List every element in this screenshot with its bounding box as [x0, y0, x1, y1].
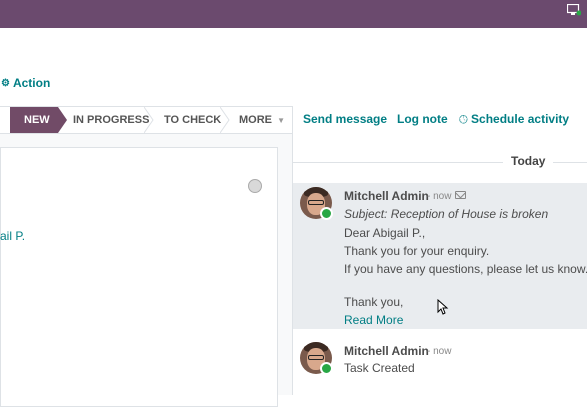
stage-new-label: NEW — [24, 114, 50, 126]
date-separator-label: Today — [503, 154, 554, 168]
stage-in-progress[interactable]: IN PROGRESS — [73, 107, 149, 133]
gear-icon: ⚙ — [1, 77, 10, 89]
customer-field-value[interactable]: ail P. — [0, 229, 25, 243]
mouse-cursor-icon — [437, 299, 449, 315]
message-body-line: Thank you, — [344, 295, 404, 309]
stage-in-progress-label: IN PROGRESS — [73, 114, 150, 126]
read-more-link[interactable]: Read More — [344, 313, 403, 327]
stage-new[interactable]: NEW — [10, 107, 58, 133]
caret-down-icon: ▼ — [277, 116, 285, 125]
message-body-line: Dear Abigail P., — [344, 226, 426, 240]
chatter-topbar: Send message Log note 🕓︎ Schedule activi… — [293, 106, 587, 134]
log-note-button[interactable]: Log note — [397, 112, 448, 126]
control-panel — [0, 28, 587, 106]
stage-to-check-label: TO CHECK — [164, 114, 222, 126]
stage-more[interactable]: MORE ▼ — [239, 107, 285, 133]
stage-separator — [144, 107, 154, 133]
stage-statusbar: NEW IN PROGRESS TO CHECK MORE ▼ — [0, 106, 293, 134]
action-button[interactable]: ⚙ Action — [1, 74, 50, 92]
stage-to-check[interactable]: TO CHECK — [164, 107, 221, 133]
top-navbar — [0, 0, 587, 28]
schedule-activity-label: Schedule activity — [471, 112, 570, 126]
online-status-icon — [320, 362, 333, 375]
message-date: - now — [427, 346, 452, 357]
stage-separator — [220, 107, 230, 133]
message-subject: Subject: Reception of House is broken — [344, 207, 549, 221]
form-sheet — [0, 147, 278, 407]
online-status-icon — [320, 207, 333, 220]
clock-icon: 🕓︎ — [459, 114, 468, 126]
message-body-line: If you have any questions, please let us… — [344, 262, 587, 276]
kanban-state-indicator[interactable] — [248, 179, 262, 193]
action-label: Action — [12, 76, 51, 90]
message-body-line: Task Created — [344, 361, 415, 375]
message-author[interactable]: Mitchell Admin — [344, 189, 429, 203]
send-message-button[interactable]: Send message — [303, 112, 387, 126]
messaging-icon[interactable] — [567, 4, 581, 16]
stage-more-label: MORE — [239, 114, 272, 126]
schedule-activity-button[interactable]: 🕓︎ Schedule activity — [459, 112, 569, 127]
message-date: - now — [427, 191, 452, 202]
message-body-line: Thank you for your enquiry. — [344, 244, 490, 258]
message-author[interactable]: Mitchell Admin — [344, 344, 429, 358]
stage-arrow — [58, 107, 67, 133]
chatter-message: Mitchell Admin - now Task Created — [293, 338, 587, 388]
envelope-icon — [455, 191, 466, 199]
